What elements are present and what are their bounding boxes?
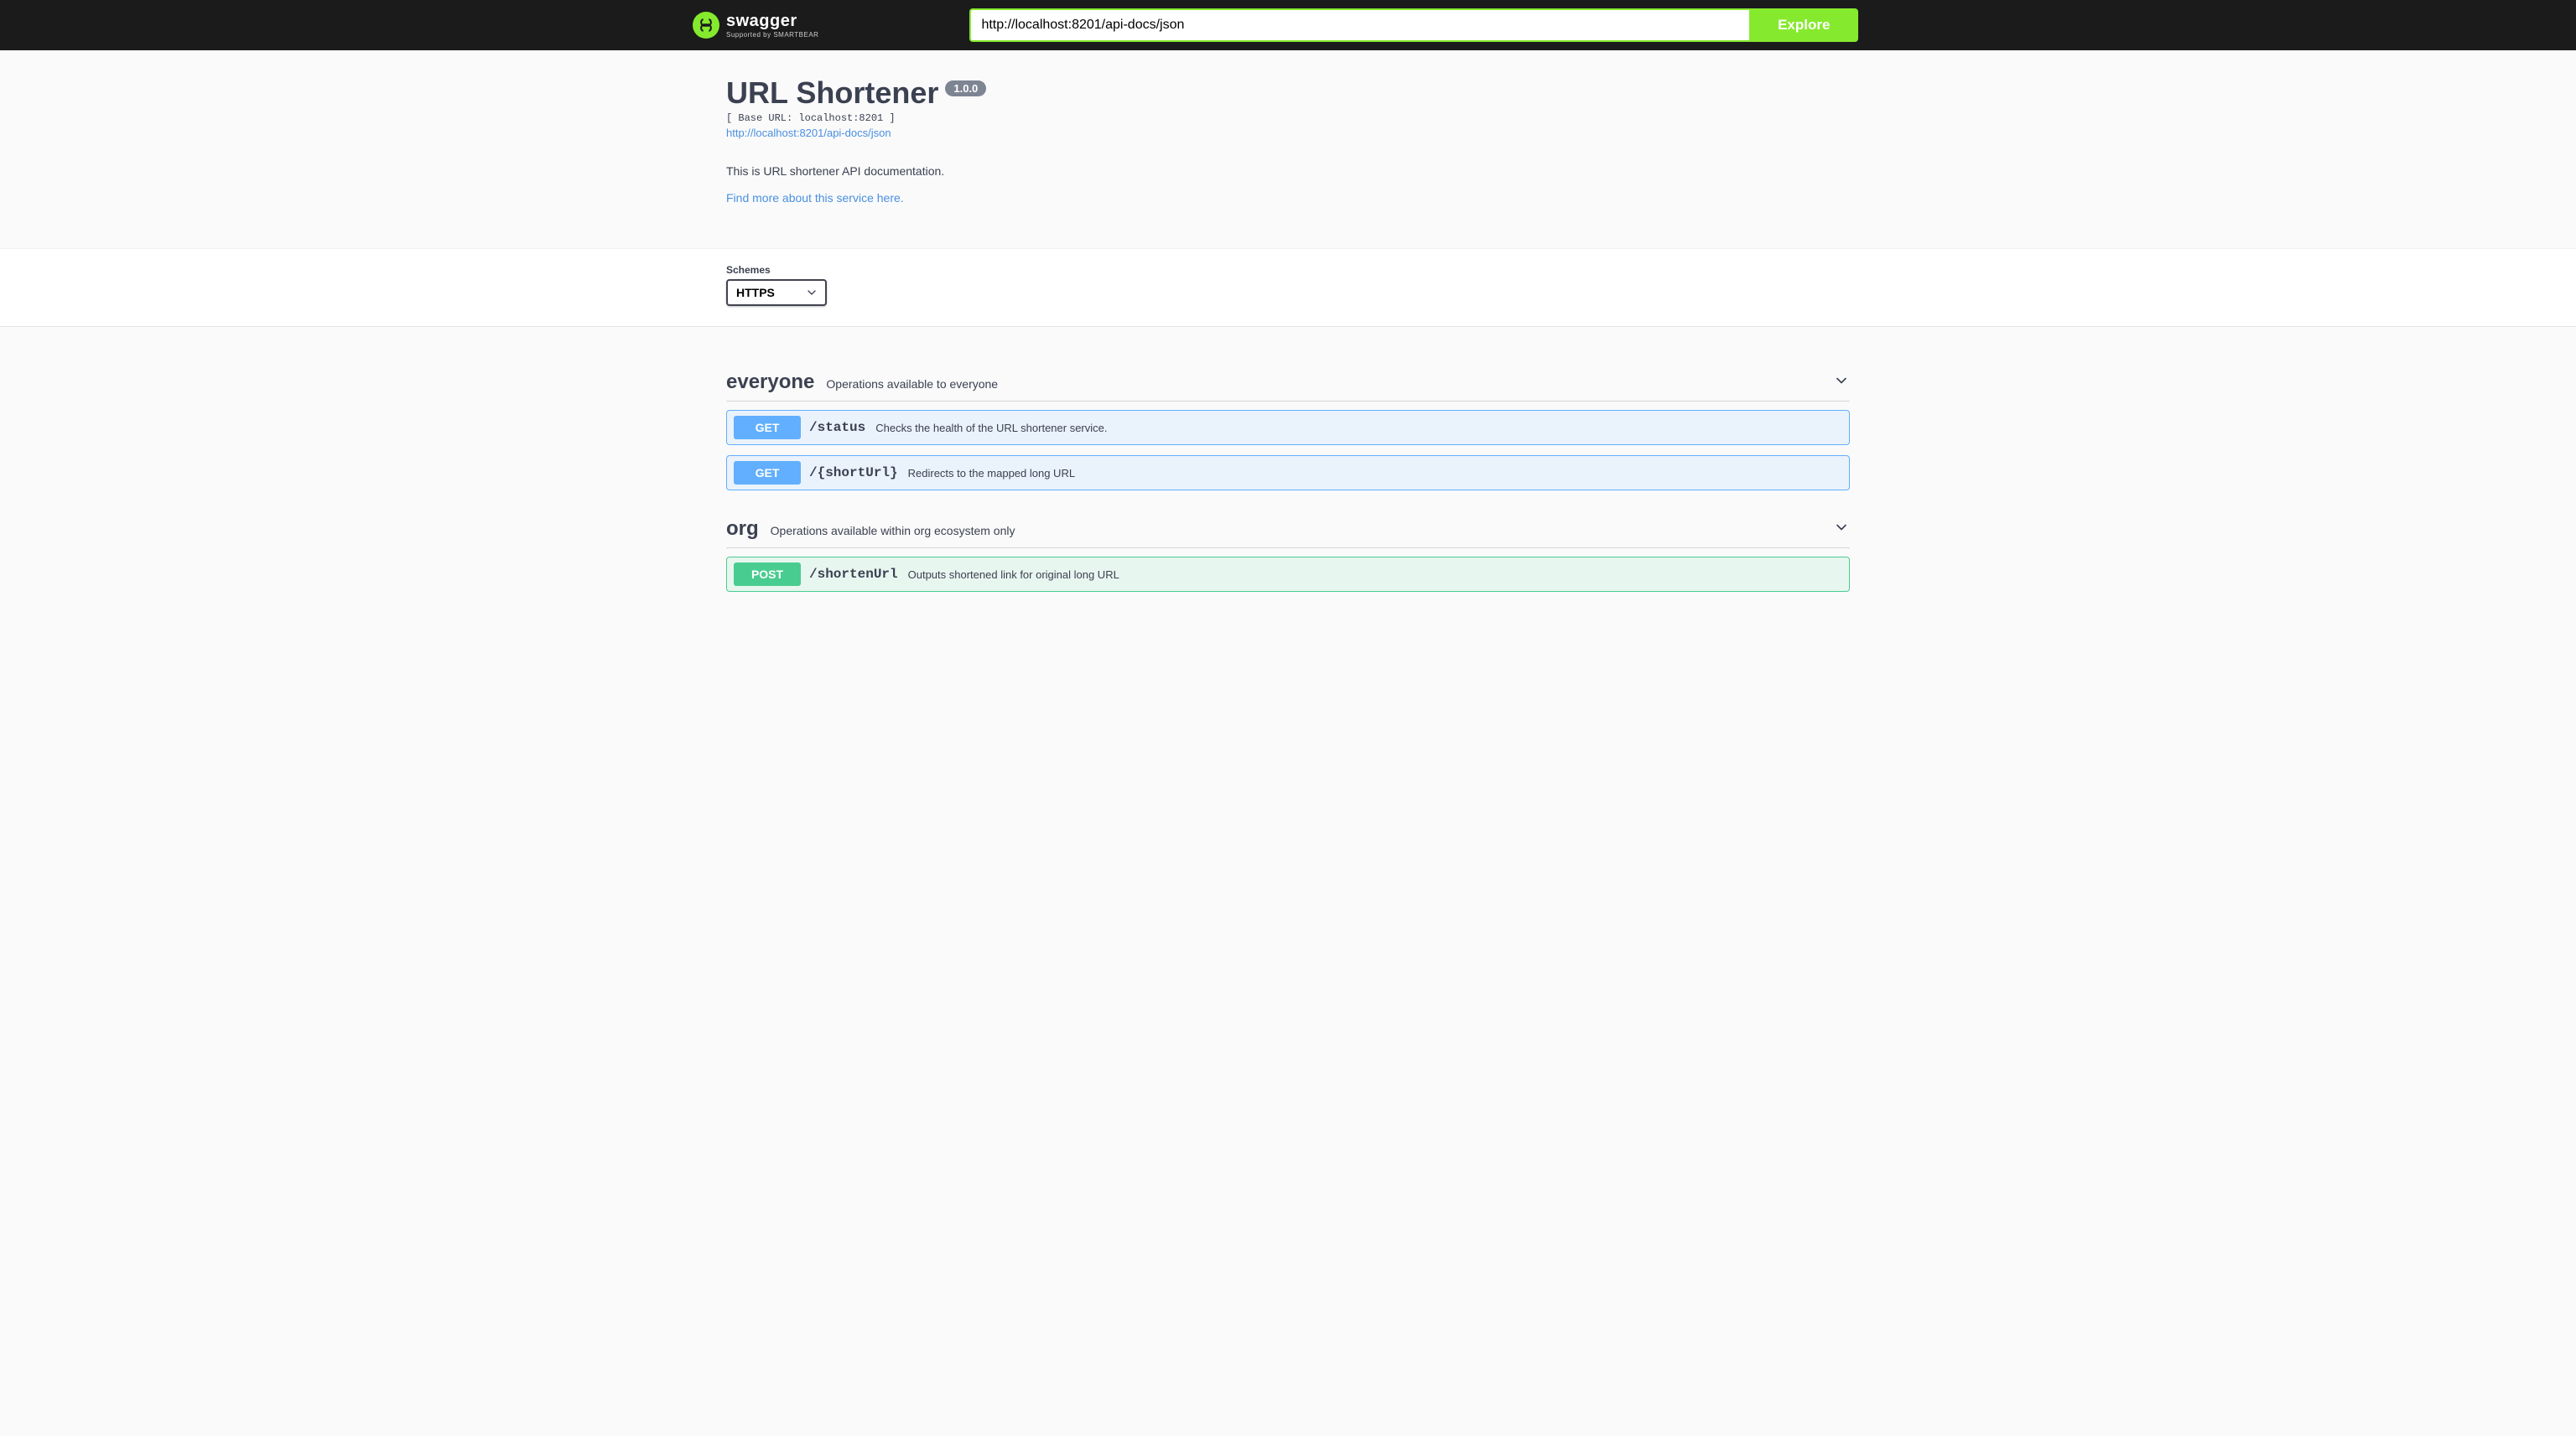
logo-title: swagger bbox=[726, 12, 818, 31]
tag-header-org[interactable]: org Operations available within org ecosy… bbox=[726, 505, 1850, 548]
tag-name: everyone bbox=[726, 371, 814, 394]
docs-url-link[interactable]: http://localhost:8201/api-docs/json bbox=[726, 127, 891, 139]
operation-path: /{shortUrl} bbox=[809, 465, 898, 480]
operation-get-1[interactable]: GET /{shortUrl} Redirects to the mapped lo… bbox=[726, 455, 1850, 490]
swagger-logo[interactable]: swagger Supported by SMARTBEAR bbox=[693, 12, 818, 39]
operation-get-0[interactable]: GET/status Checks the health of the URL s… bbox=[726, 410, 1850, 445]
schemes-label: Schemes bbox=[726, 264, 1850, 276]
logo-subtitle: Supported by SMARTBEAR bbox=[726, 31, 818, 39]
tag-left: everyone Operations available to everyone bbox=[726, 371, 998, 394]
swagger-logo-icon bbox=[693, 12, 719, 39]
info-section: URL Shortener 1.0.0 [ Base URL: localhos… bbox=[0, 50, 2576, 223]
operation-summary: Checks the health of the URL shortener s… bbox=[875, 422, 1107, 434]
method-badge: GET bbox=[734, 461, 801, 485]
operation-path: /shortenUrl bbox=[809, 567, 898, 582]
method-badge: GET bbox=[734, 416, 801, 439]
schemes-section: Schemes HTTPS bbox=[0, 248, 2576, 327]
method-badge: POST bbox=[734, 562, 801, 586]
spec-url-input[interactable] bbox=[969, 8, 1749, 42]
api-description: This is URL shortener API documentation. bbox=[726, 164, 1850, 178]
tag-header-everyone[interactable]: everyone Operations available to everyone bbox=[726, 359, 1850, 402]
external-docs-link[interactable]: Find more about this service here. bbox=[726, 191, 904, 205]
tag-name: org bbox=[726, 517, 759, 541]
tag-description: Operations available within org ecosyste… bbox=[771, 524, 1015, 537]
tag-left: org Operations available within org ecosy… bbox=[726, 517, 1015, 541]
operation-summary: Redirects to the mapped long URL bbox=[908, 467, 1075, 480]
operation-post-0[interactable]: POST/shortenUrl Outputs shortened link fo… bbox=[726, 557, 1850, 592]
operations-section: everyone Operations available to everyone… bbox=[0, 327, 2576, 635]
api-title: URL Shortener bbox=[726, 75, 938, 111]
explore-button[interactable]: Explore bbox=[1749, 8, 1858, 42]
chevron-down-icon bbox=[1833, 519, 1850, 540]
operation-summary: Outputs shortened link for original long… bbox=[908, 568, 1119, 581]
topbar: swagger Supported by SMARTBEAR Explore bbox=[0, 0, 2576, 50]
schemes-select[interactable]: HTTPS bbox=[726, 279, 827, 306]
base-url: [ Base URL: localhost:8201 ] bbox=[726, 112, 1850, 124]
chevron-down-icon bbox=[1833, 372, 1850, 393]
explore-form: Explore bbox=[969, 8, 1858, 42]
version-badge: 1.0.0 bbox=[945, 80, 986, 96]
operation-path: /status bbox=[809, 420, 865, 435]
tag-description: Operations available to everyone bbox=[826, 377, 998, 391]
